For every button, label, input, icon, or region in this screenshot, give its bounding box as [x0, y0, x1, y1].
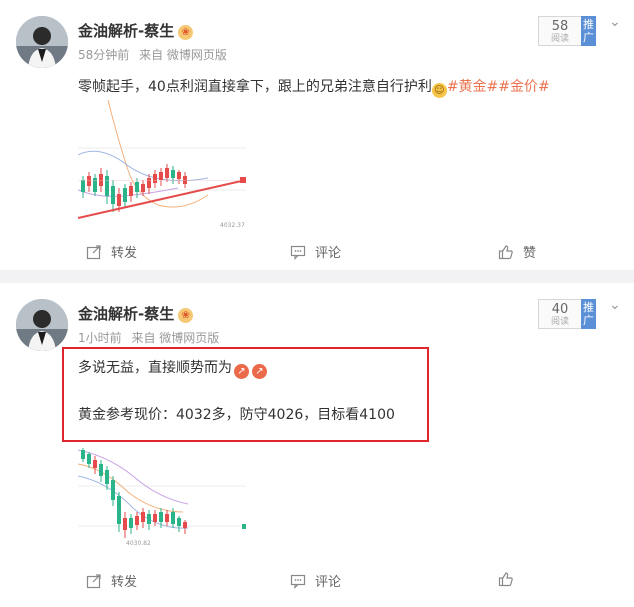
post-actions: 转发 评论 赞 [0, 242, 634, 266]
like-button[interactable]: 赞 [498, 242, 536, 261]
chart-stamp: 4032.37 [220, 222, 245, 229]
post-actions: 转发 评论 [0, 571, 634, 595]
post-meta: 1小时前 来自 微博网页版 [78, 329, 225, 346]
repost-button[interactable]: 转发 [86, 571, 137, 590]
comment-label[interactable]: 评论 [315, 575, 341, 590]
thumbs-up-icon [498, 245, 513, 260]
author-name-text[interactable]: 金油解析-蔡生 [78, 22, 174, 40]
post-source: 来自 微博网页版 [139, 48, 227, 62]
weibo-post-2: 金油解析-蔡生 ❀ 1小时前 来自 微博网页版 40 阅读 推广 ⌄ 多说无益，直… [0, 283, 634, 607]
read-count: 58 阅读 [538, 16, 582, 46]
more-options-icon[interactable]: ⌄ [609, 14, 621, 30]
post-time[interactable]: 1小时前 [78, 331, 122, 345]
like-label[interactable]: 赞 [523, 246, 536, 261]
read-count-box: 58 阅读 推广 [538, 16, 598, 46]
read-count: 40 阅读 [538, 299, 582, 329]
highlight-box [62, 347, 429, 442]
comment-button[interactable]: 评论 [290, 242, 341, 261]
thumbs-up-icon [498, 572, 513, 587]
author-name[interactable]: 金油解析-蔡生 ❀ [78, 20, 194, 41]
vip-badge-icon: ❀ [178, 25, 194, 40]
post-text: 零帧起手，40点利润直接拿下，跟上的兄弟注意自行护利 ☺ #黄金##金价# [78, 76, 550, 98]
comment-button[interactable]: 评论 [290, 571, 341, 590]
read-count-number: 58 [551, 19, 569, 34]
post-chart-image[interactable]: 4030.82 [77, 446, 246, 562]
comment-label[interactable]: 评论 [315, 246, 341, 261]
post-meta: 58分钟前 来自 微博网页版 [78, 46, 233, 63]
hashtag-gold[interactable]: #黄金# [447, 79, 498, 95]
repost-icon [86, 574, 101, 589]
comment-icon [290, 574, 306, 589]
author-avatar[interactable] [16, 16, 68, 68]
more-options-icon[interactable]: ⌄ [609, 297, 621, 313]
read-count-number: 40 [551, 302, 569, 317]
promote-button[interactable]: 推广 [581, 299, 596, 329]
smirk-emoji-icon: ☺ [431, 83, 447, 98]
repost-icon [86, 245, 101, 260]
chart-stamp: 4030.82 [126, 540, 151, 547]
read-count-label: 阅读 [550, 317, 569, 327]
promote-button[interactable]: 推广 [581, 16, 596, 46]
post-chart-image[interactable]: 4032.37 [77, 99, 247, 230]
post-source: 来自 微博网页版 [131, 331, 220, 345]
repost-label[interactable]: 转发 [111, 575, 137, 590]
repost-label[interactable]: 转发 [111, 246, 137, 261]
read-count-box: 40 阅读 推广 [538, 299, 598, 329]
vip-badge-icon: ❀ [178, 308, 194, 323]
weibo-post-1: 金油解析-蔡生 ❀ 58分钟前 来自 微博网页版 58 阅读 推广 ⌄ 零帧起手，… [0, 0, 634, 270]
hashtag-gold-price[interactable]: #金价# [498, 79, 549, 95]
author-name-text[interactable]: 金油解析-蔡生 [78, 305, 174, 323]
author-avatar[interactable] [16, 299, 68, 351]
repost-button[interactable]: 转发 [86, 242, 137, 261]
read-count-label: 阅读 [550, 34, 569, 44]
author-name[interactable]: 金油解析-蔡生 ❀ [78, 303, 194, 324]
post-time[interactable]: 58分钟前 [78, 48, 129, 62]
comment-icon [290, 245, 306, 260]
post-text-body: 零帧起手，40点利润直接拿下，跟上的兄弟注意自行护利 [78, 79, 432, 95]
like-button[interactable] [498, 571, 523, 588]
